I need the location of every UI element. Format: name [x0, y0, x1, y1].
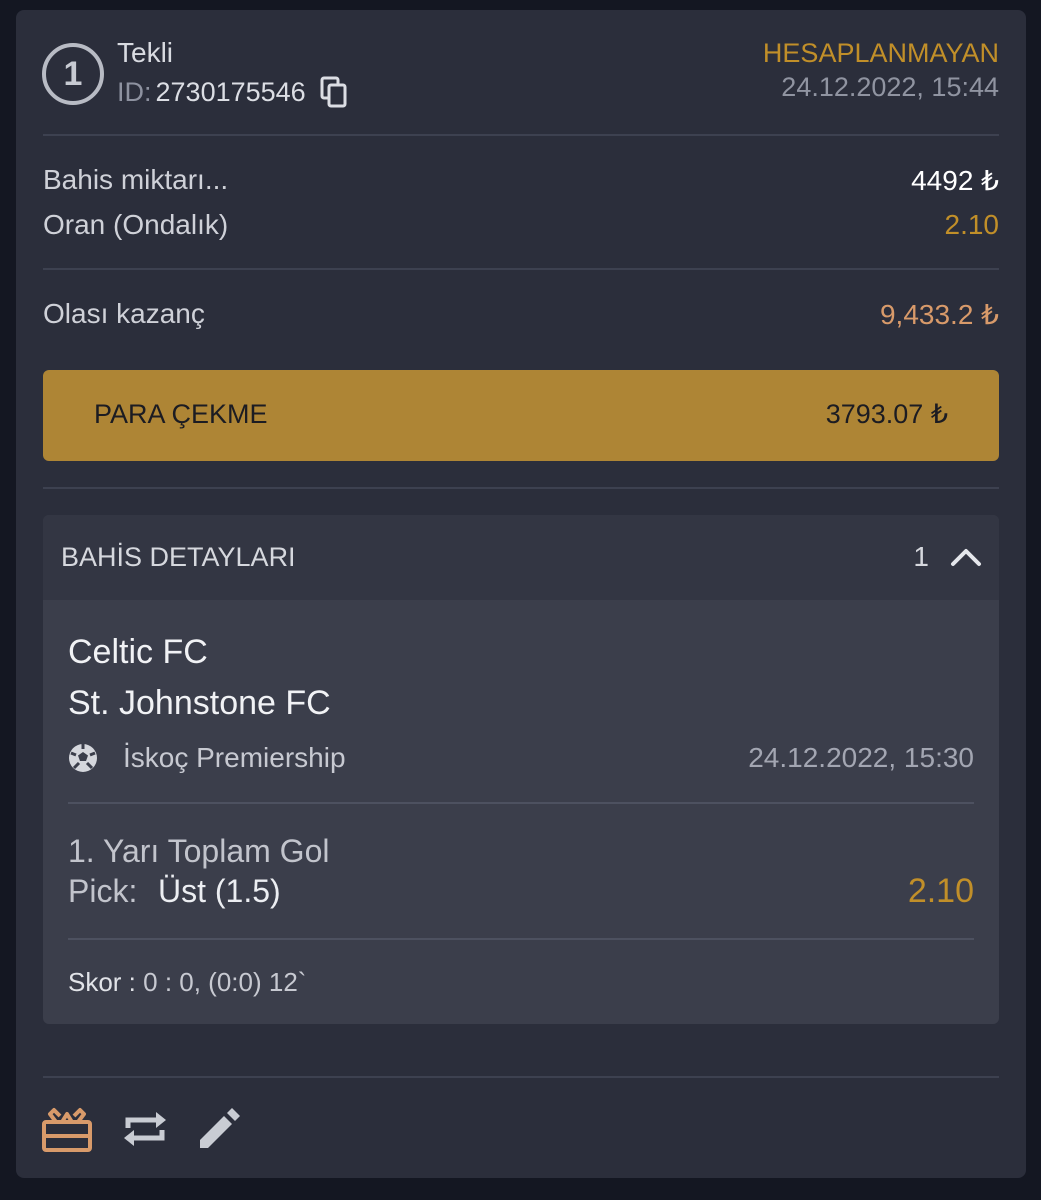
single-bet-badge-icon: 1	[42, 43, 104, 105]
stake-label: Bahis miktarı...	[43, 164, 229, 195]
divider	[43, 268, 999, 270]
bet-details-header[interactable]: BAHİS DETAYLARI 1	[43, 515, 999, 600]
divider	[68, 938, 974, 940]
pick-value: Üst (1.5)	[158, 873, 281, 909]
repeat-icon[interactable]	[118, 1102, 172, 1156]
home-team: Celtic FC	[68, 633, 208, 671]
bet-slip-card: 1 Tekli ID: 2730175546 HESAPLANMAYAN 24.…	[16, 10, 1026, 1178]
soccer-ball-icon	[68, 743, 98, 773]
divider	[43, 487, 999, 489]
divider	[43, 1076, 999, 1078]
badge-number: 1	[63, 54, 83, 93]
chevron-up-icon[interactable]	[949, 541, 983, 571]
gift-icon[interactable]	[40, 1102, 94, 1156]
bet-datetime: 24.12.2022, 15:44	[781, 72, 999, 102]
divider	[43, 134, 999, 136]
score: Skor : 0 : 0, (0:0) 12`	[68, 967, 306, 998]
potential-win-label: Olası kazanç	[43, 298, 205, 329]
bet-id-value: 2730175546	[155, 76, 306, 107]
bet-id: ID: 2730175546	[117, 76, 348, 108]
cashout-amount: 3793.07 ₺	[825, 399, 948, 429]
pick-label: Pick:	[68, 873, 138, 909]
bet-id-label: ID:	[117, 76, 152, 107]
score-value: 0 : 0, (0:0) 12`	[135, 967, 307, 997]
market-name: 1. Yarı Toplam Gol	[68, 833, 330, 869]
score-label: Skor :	[68, 967, 136, 997]
pick-odds: 2.10	[907, 872, 974, 910]
match-datetime: 24.12.2022, 15:30	[748, 742, 974, 773]
stake-value: 4492 ₺	[911, 165, 999, 196]
bet-details-title: BAHİS DETAYLARI	[61, 542, 296, 572]
divider	[68, 802, 974, 804]
odds-label: Oran (Ondalık)	[43, 209, 229, 240]
away-team: St. Johnstone FC	[68, 684, 331, 722]
potential-win-value: 9,433.2 ₺	[879, 299, 999, 330]
copy-icon[interactable]	[320, 76, 348, 108]
cashout-label: PARA ÇEKME	[94, 399, 268, 429]
league-name: İskoç Premiership	[123, 742, 346, 773]
cashout-button[interactable]: PARA ÇEKME 3793.07 ₺	[43, 370, 999, 461]
bet-status: HESAPLANMAYAN	[762, 38, 999, 68]
odds-value: 2.10	[944, 209, 1000, 240]
edit-icon[interactable]	[192, 1102, 246, 1156]
bet-details-panel: BAHİS DETAYLARI 1 Celtic FC St. Johnston…	[43, 515, 999, 1024]
bet-type: Tekli	[117, 37, 174, 68]
selection-count: 1	[913, 541, 929, 572]
